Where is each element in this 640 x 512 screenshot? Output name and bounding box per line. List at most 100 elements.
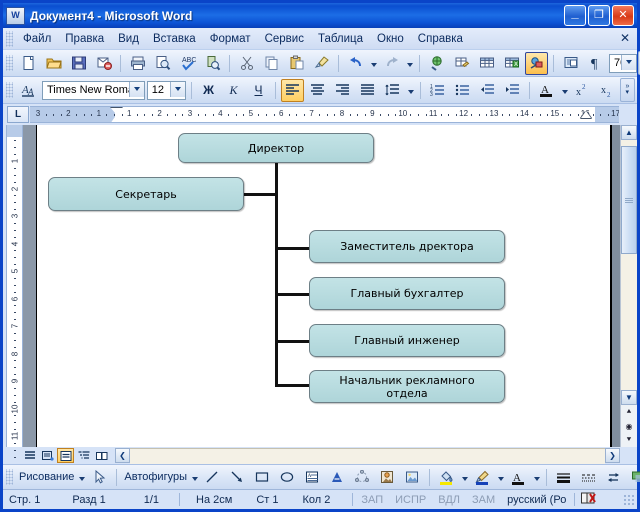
spelling-check-icon[interactable]: ABC: [176, 52, 199, 75]
line-color-dropdown-icon[interactable]: [495, 467, 506, 488]
close-document-button[interactable]: ✕: [620, 31, 630, 45]
previous-page-button[interactable]: ⯅: [621, 405, 637, 419]
numbered-list-icon[interactable]: 123: [426, 79, 449, 102]
reading-layout-view-icon[interactable]: [93, 448, 110, 463]
font-color-dropdown-icon[interactable]: [531, 467, 542, 488]
clip-art-icon[interactable]: [376, 466, 399, 489]
open-folder-icon[interactable]: [42, 52, 65, 75]
insert-excel-sheet-icon[interactable]: X: [500, 52, 523, 75]
oval-icon[interactable]: [276, 466, 299, 489]
normal-view-icon[interactable]: [21, 448, 38, 463]
select-browse-object-button[interactable]: ◉: [621, 419, 637, 433]
arrow-style-icon[interactable]: [602, 466, 625, 489]
org-node-deputy[interactable]: Заместитель дректора: [309, 230, 505, 263]
format-painter-brush-icon[interactable]: [310, 52, 333, 75]
formatting-toolbar-grip[interactable]: [6, 82, 13, 98]
line-color-icon[interactable]: [471, 466, 494, 489]
line-style-icon[interactable]: [552, 466, 575, 489]
menu-window[interactable]: Окно: [370, 31, 411, 47]
menu-file[interactable]: Файл: [16, 31, 58, 47]
close-button[interactable]: ✕: [612, 5, 634, 26]
drawing-toolbar-grip[interactable]: [6, 469, 13, 485]
underline-button[interactable]: Ч: [247, 79, 270, 102]
font-size-combo[interactable]: 12: [147, 81, 186, 100]
document-map-icon[interactable]: [559, 52, 582, 75]
mail-recipient-icon[interactable]: [92, 52, 115, 75]
org-node-accountant[interactable]: Главный бухгалтер: [309, 277, 505, 310]
font-name-dropdown-icon[interactable]: [129, 82, 144, 97]
menu-table[interactable]: Таблица: [311, 31, 370, 47]
fill-color-dropdown-icon[interactable]: [459, 467, 470, 488]
select-arrow-icon[interactable]: [88, 466, 111, 489]
outline-view-icon[interactable]: [75, 448, 92, 463]
next-page-button[interactable]: ⯆: [621, 433, 637, 447]
insert-hyperlink-icon[interactable]: [425, 52, 448, 75]
resize-grip[interactable]: [623, 494, 635, 506]
zoom-combo[interactable]: 70%: [609, 54, 637, 73]
standard-toolbar-grip[interactable]: [6, 55, 13, 71]
subscript-icon[interactable]: x2: [596, 79, 619, 102]
research-icon[interactable]: [201, 52, 224, 75]
rectangle-icon[interactable]: [251, 466, 274, 489]
font-color-dropdown-icon[interactable]: [559, 80, 570, 101]
org-node-engineer[interactable]: Главный инженер: [309, 324, 505, 357]
web-layout-view-icon[interactable]: [39, 448, 56, 463]
fill-color-icon[interactable]: [435, 466, 458, 489]
insert-table-icon[interactable]: [475, 52, 498, 75]
font-color-icon[interactable]: A: [535, 79, 558, 102]
status-rec[interactable]: ЗАП: [355, 494, 389, 506]
spelling-and-grammar-status-icon[interactable]: [577, 491, 602, 508]
organization-chart[interactable]: Директор Секретарь Заместитель дректора …: [37, 125, 610, 447]
save-disk-icon[interactable]: [67, 52, 90, 75]
align-center-icon[interactable]: [306, 79, 329, 102]
vertical-scroll-track[interactable]: [621, 140, 637, 390]
tables-and-borders-icon[interactable]: [450, 52, 473, 75]
vertical-ruler[interactable]: 1234567891011: [6, 125, 23, 447]
status-trk[interactable]: ИСПР: [389, 494, 432, 506]
menu-help[interactable]: Справка: [411, 31, 470, 47]
font-size-dropdown-icon[interactable]: [170, 82, 185, 97]
new-document-icon[interactable]: [17, 52, 40, 75]
font-name-combo[interactable]: Times New Roman: [42, 81, 145, 100]
paste-clipboard-icon[interactable]: [285, 52, 308, 75]
zoom-dropdown-icon[interactable]: [621, 55, 636, 70]
superscript-icon[interactable]: x2: [571, 79, 594, 102]
bold-button[interactable]: Ж: [197, 79, 220, 102]
scroll-right-button[interactable]: ❯: [605, 448, 620, 463]
bulleted-list-icon[interactable]: [451, 79, 474, 102]
text-box-icon[interactable]: A: [301, 466, 324, 489]
scroll-left-button[interactable]: ❮: [115, 448, 130, 463]
print-icon[interactable]: [126, 52, 149, 75]
line-icon[interactable]: [201, 466, 224, 489]
copy-icon[interactable]: [260, 52, 283, 75]
org-node-director[interactable]: Директор: [178, 133, 374, 163]
font-color-icon[interactable]: A: [507, 466, 530, 489]
menu-format[interactable]: Формат: [203, 31, 258, 47]
menu-insert[interactable]: Вставка: [146, 31, 203, 47]
vertical-scroll-thumb[interactable]: [621, 146, 637, 254]
shadow-style-icon[interactable]: [627, 466, 640, 489]
decrease-indent-icon[interactable]: [476, 79, 499, 102]
styles-and-formatting-icon[interactable]: AA: [17, 79, 40, 102]
diagram-icon[interactable]: [351, 466, 374, 489]
org-node-secretary[interactable]: Секретарь: [48, 177, 244, 211]
horizontal-scroll-track[interactable]: [130, 448, 605, 464]
menu-bar-grip[interactable]: [6, 31, 13, 47]
redo-dropdown-icon[interactable]: [404, 53, 415, 74]
drawing-icon[interactable]: [525, 52, 548, 75]
status-ovr[interactable]: ЗАМ: [466, 494, 501, 506]
autoshapes-menu-button[interactable]: Автофигуры: [121, 471, 189, 483]
dash-style-icon[interactable]: [577, 466, 600, 489]
drawing-menu-dropdown-icon[interactable]: [76, 467, 87, 488]
minimize-button[interactable]: _: [564, 5, 586, 26]
scroll-down-button[interactable]: ▼: [621, 390, 637, 405]
print-layout-view-icon[interactable]: [57, 448, 74, 463]
menu-view[interactable]: Вид: [111, 31, 146, 47]
tab-stop-selector[interactable]: L: [7, 106, 29, 123]
wordart-icon[interactable]: [326, 466, 349, 489]
menu-tools[interactable]: Сервис: [258, 31, 311, 47]
undo-dropdown-icon[interactable]: [368, 53, 379, 74]
align-left-icon[interactable]: [281, 79, 304, 102]
redo-icon[interactable]: [380, 52, 403, 75]
insert-picture-icon[interactable]: [401, 466, 424, 489]
